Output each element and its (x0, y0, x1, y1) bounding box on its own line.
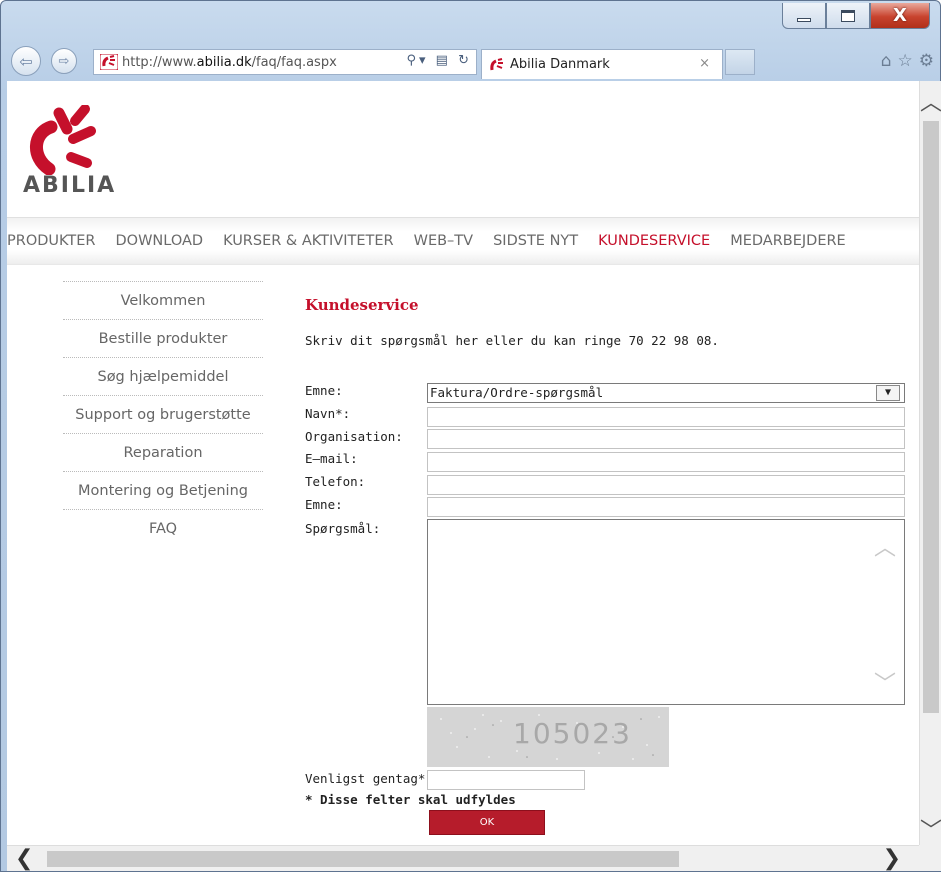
email-label: E–mail: (305, 451, 358, 466)
emne-select-value: Faktura/Ordre-spørgsmål (430, 385, 604, 400)
question-label: Spørgsmål: (305, 521, 381, 536)
scroll-up-icon[interactable]: ︿ (920, 85, 941, 117)
required-fields-note: * Disse felter skal udfyldes (305, 792, 516, 807)
emne-field[interactable] (427, 497, 905, 517)
menu-item-produkter[interactable]: PRODUKTER (7, 233, 96, 249)
scrollbar-corner (919, 845, 941, 871)
email-field[interactable] (427, 452, 905, 472)
page-title: Kundeservice (305, 296, 419, 314)
repeat-label: Venligst gentag*: (305, 771, 433, 786)
vertical-scrollbar[interactable]: ︿ ﹀ (919, 81, 941, 845)
sidebar-item-montering[interactable]: Montering og Betjening (63, 471, 263, 509)
captcha-repeat-field[interactable] (427, 770, 585, 790)
minimize-icon (797, 17, 811, 22)
settings-gear-icon[interactable]: ⚙ (919, 51, 934, 71)
forward-arrow-icon: ⇨ (58, 53, 70, 69)
intro-text: Skriv dit spørgsmål her eller du kan rin… (305, 333, 719, 348)
menu-item-kurser[interactable]: KURSER & AKTIVITETER (223, 233, 394, 249)
menu-item-web-tv[interactable]: WEB–TV (414, 233, 473, 249)
sidebar-item-velkommen[interactable]: Velkommen (63, 281, 263, 319)
navn-field[interactable] (427, 407, 905, 427)
sidebar-item-soeg-hjaelpemiddel[interactable]: Søg hjælpemiddel (63, 357, 263, 395)
maximize-button[interactable] (826, 3, 870, 29)
scroll-down-icon[interactable]: ﹀ (920, 813, 941, 845)
telefon-field[interactable] (427, 475, 905, 495)
horizontal-scrollbar[interactable]: ❮ ❯ (7, 845, 919, 871)
ok-button[interactable]: OK (429, 810, 545, 835)
telefon-label: Telefon: (305, 474, 366, 489)
captcha-image: 105023 (427, 707, 669, 767)
sidebar-item-faq[interactable]: FAQ (63, 509, 263, 547)
site-favicon-icon (100, 54, 118, 70)
dropdown-arrow-icon[interactable]: ▾ (419, 53, 429, 68)
address-url-prefix: http://www. (122, 54, 197, 70)
scroll-left-icon[interactable]: ❮ (15, 846, 33, 871)
organisation-label: Organisation: (305, 429, 403, 444)
close-window-button[interactable]: X (870, 3, 930, 29)
close-icon: X (893, 5, 907, 26)
home-icon[interactable]: ⌂ (881, 51, 892, 71)
compat-view-icon[interactable]: ▤ (436, 53, 451, 68)
emne-select-label: Emne: (305, 383, 343, 398)
emne-select[interactable]: Faktura/Ordre-spørgsmål ▼ (427, 383, 905, 403)
vertical-scroll-thumb[interactable] (923, 121, 939, 713)
navn-label: Navn*: (305, 406, 351, 421)
horizontal-scroll-thumb[interactable] (47, 851, 679, 867)
tab-abilia[interactable]: Abilia Danmark × (481, 49, 723, 79)
textarea-scroll-up-icon[interactable]: ︿ (874, 530, 896, 562)
chevron-down-icon[interactable]: ▼ (876, 385, 900, 401)
search-icon[interactable]: ⚲ (406, 53, 419, 68)
browser-navbar: ⇦ ⇨ http://www. abilia.dk/faq/faq.aspx ⚲▾… (7, 43, 936, 79)
address-url-host: abilia.dk (196, 54, 252, 70)
maximize-icon (841, 9, 855, 22)
menu-item-sidste-nyt[interactable]: SIDSTE NYT (493, 233, 578, 249)
sidebar-item-bestille-produkter[interactable]: Bestille produkter (63, 319, 263, 357)
address-bar[interactable]: http://www. abilia.dk/faq/faq.aspx ⚲▾ ▤ ↻ (93, 49, 477, 75)
menu-item-download[interactable]: DOWNLOAD (116, 233, 204, 249)
forward-button[interactable]: ⇨ (51, 48, 77, 74)
sidebar-item-support[interactable]: Support og brugerstøtte (63, 395, 263, 433)
address-url-path: /faq/faq.aspx (251, 54, 337, 70)
minimize-button[interactable] (782, 3, 826, 29)
tab-close-icon[interactable]: × (699, 56, 710, 71)
textarea-scroll-down-icon[interactable]: ﹀ (874, 666, 896, 698)
browser-window: X ⇦ ⇨ http://www. abilia.dk/faq/faq.aspx … (0, 0, 941, 872)
question-textarea[interactable]: ︿ ﹀ (427, 519, 905, 705)
back-arrow-icon: ⇦ (19, 51, 33, 71)
address-tools: ⚲▾ ▤ ↻ (406, 53, 472, 68)
organisation-field[interactable] (427, 429, 905, 449)
logo-text: ABILIA (23, 173, 117, 198)
menu-item-kundeservice[interactable]: KUNDESERVICE (598, 233, 710, 249)
new-tab-button[interactable] (725, 49, 755, 75)
captcha-text: 105023 (513, 717, 632, 750)
emne-label: Emne: (305, 497, 343, 512)
scroll-right-icon[interactable]: ❯ (883, 846, 901, 871)
favorites-star-icon[interactable]: ☆ (898, 51, 913, 71)
sidebar: Velkommen Bestille produkter Søg hjælpem… (63, 281, 263, 547)
sidebar-item-reparation[interactable]: Reparation (63, 433, 263, 471)
window-controls: X (782, 3, 930, 33)
main-menu: PRODUKTER DOWNLOAD KURSER & AKTIVITETER … (7, 217, 919, 265)
toolbar-icons: ⌂ ☆ ⚙ (881, 51, 934, 71)
menu-item-medarbejdere[interactable]: MEDARBEJDERE (730, 233, 846, 249)
refresh-icon[interactable]: ↻ (458, 53, 472, 68)
page-viewport: ABILIA PRODUKTER DOWNLOAD KURSER & AKTIV… (7, 81, 919, 845)
tab-title: Abilia Danmark (510, 57, 610, 72)
tab-favicon-icon (488, 57, 506, 73)
back-button[interactable]: ⇦ (11, 46, 41, 76)
